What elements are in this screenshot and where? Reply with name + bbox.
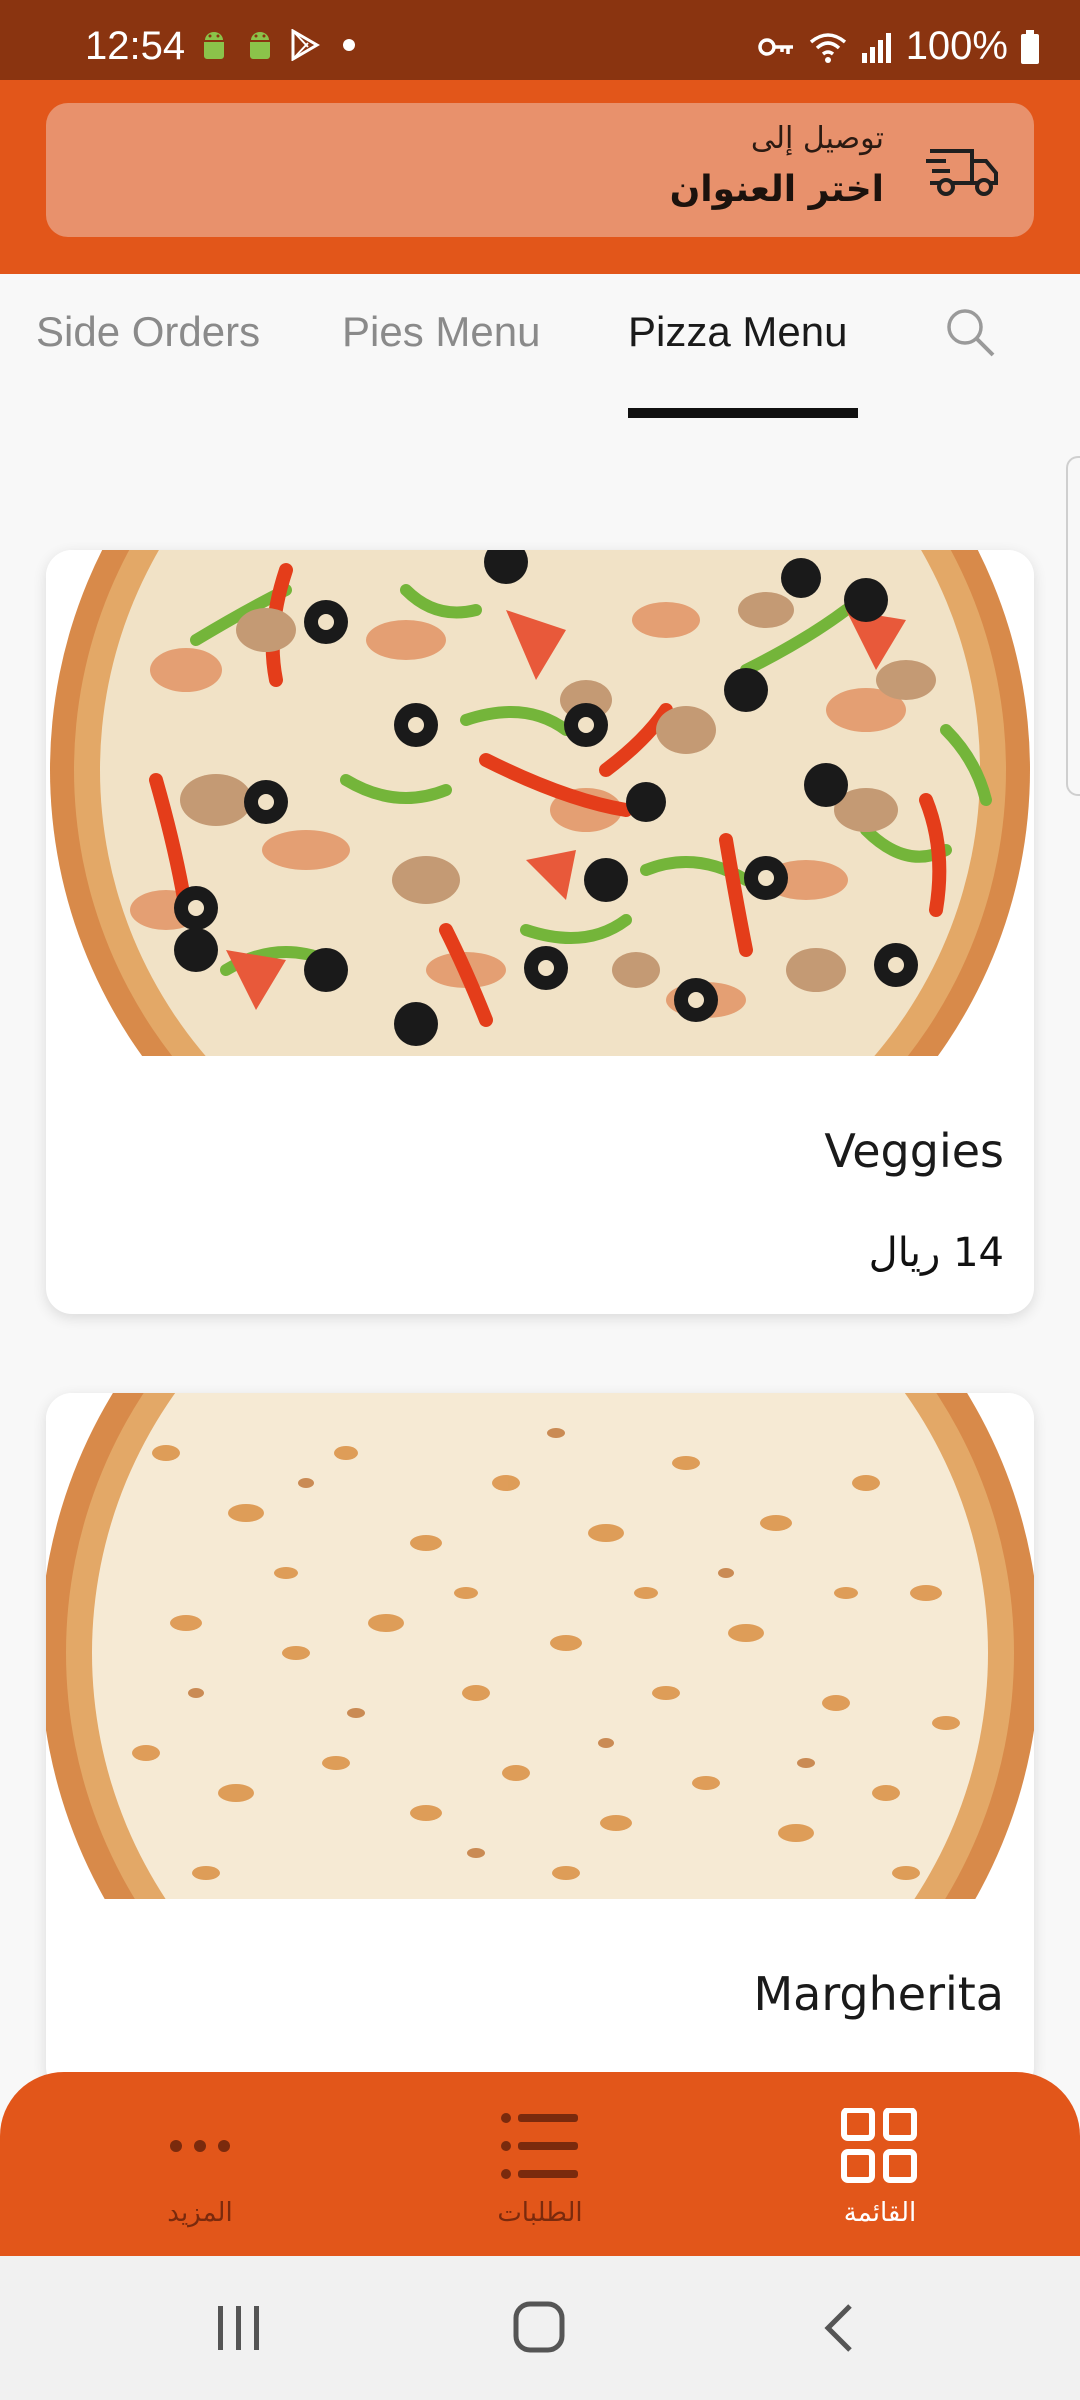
more-dots-icon	[170, 2140, 230, 2152]
search-icon[interactable]	[944, 306, 996, 358]
category-tabs: Side Orders Pies Menu Pizza Menu	[0, 274, 1080, 424]
notification-icons	[198, 28, 364, 62]
recents-icon[interactable]	[214, 2300, 264, 2356]
nav-item-more[interactable]: المزيد	[100, 2108, 300, 2228]
delivery-address-selector[interactable]: توصيل إلى اختر العنوان	[46, 103, 1034, 237]
tab-pies-menu[interactable]: Pies Menu	[342, 308, 540, 356]
item-price: 14 ريال	[868, 1230, 1004, 1276]
grid-icon	[841, 2108, 917, 2183]
nav-label-more: المزيد	[167, 2198, 233, 2228]
vpn-key-icon	[757, 37, 793, 56]
dot-icon	[343, 39, 355, 51]
item-name: Margherita	[753, 1967, 1004, 2021]
veggie-pizza-image	[46, 550, 1034, 1056]
wifi-icon	[809, 32, 846, 63]
deliver-to-label: توصيل إلى	[750, 121, 884, 156]
system-navigation-bar	[0, 2256, 1080, 2400]
status-time: 12:54	[85, 24, 186, 68]
margherita-pizza-image	[46, 1393, 1034, 1899]
tab-side-orders[interactable]: Side Orders	[36, 308, 260, 356]
header: توصيل إلى اختر العنوان	[0, 80, 1080, 274]
play-store-icon	[291, 29, 320, 61]
choose-address-label: اختر العنوان	[669, 169, 884, 210]
delivery-truck-icon	[926, 149, 998, 196]
android-icon	[204, 32, 224, 59]
nav-label-orders: الطلبات	[497, 2198, 583, 2228]
list-icon	[501, 2113, 578, 2179]
back-icon[interactable]	[820, 2300, 860, 2356]
bottom-navigation: المزيد الطلبات القائمة	[0, 2072, 1080, 2256]
system-status-icons: 100%	[757, 24, 1040, 69]
scroll-handle[interactable]	[1066, 456, 1080, 796]
nav-item-menu[interactable]: القائمة	[780, 2108, 980, 2228]
signal-icon	[861, 32, 891, 63]
active-tab-indicator	[628, 408, 858, 418]
nav-label-menu: القائمة	[843, 2198, 917, 2228]
android-icon	[250, 32, 270, 59]
tab-pizza-menu[interactable]: Pizza Menu	[628, 308, 847, 356]
menu-item-card[interactable]: Margherita	[46, 1393, 1034, 2093]
menu-item-card[interactable]: Veggies 14 ريال	[46, 550, 1034, 1314]
battery-percent: 100%	[905, 24, 1008, 68]
battery-icon	[1021, 29, 1039, 64]
item-name: Veggies	[824, 1124, 1004, 1178]
home-icon[interactable]	[512, 2300, 568, 2356]
nav-item-orders[interactable]: الطلبات	[440, 2108, 640, 2228]
status-bar: 12:54 100%	[0, 0, 1080, 80]
